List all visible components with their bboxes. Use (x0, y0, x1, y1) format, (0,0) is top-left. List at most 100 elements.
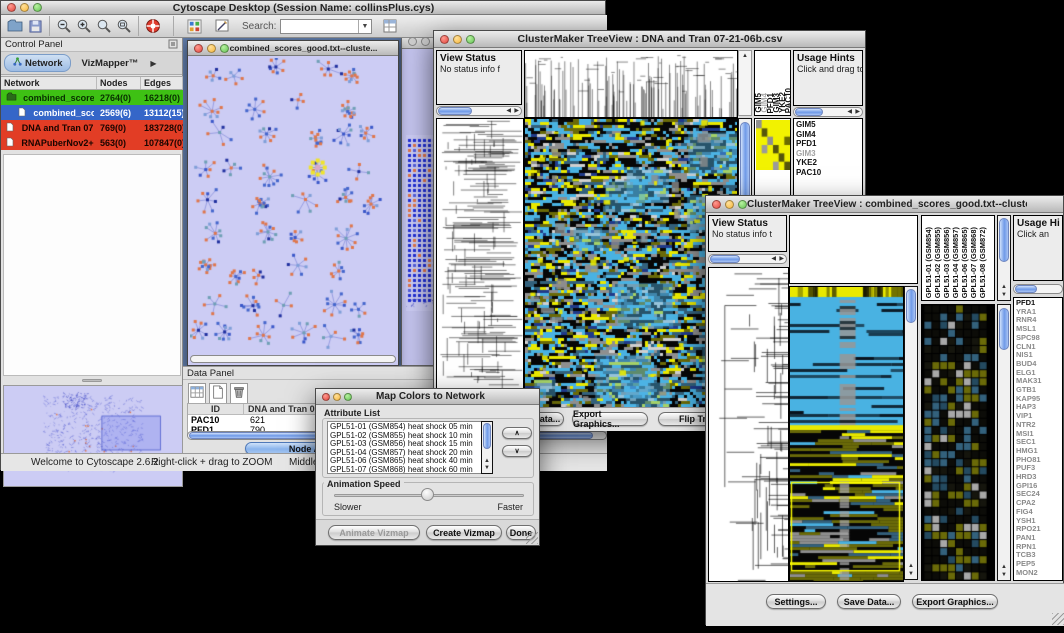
minimize-icon[interactable] (333, 393, 341, 401)
help-lifesaver-icon[interactable] (143, 16, 163, 36)
minimize-icon[interactable] (20, 3, 29, 12)
vizmapper-icon[interactable] (184, 16, 204, 36)
close-icon[interactable] (322, 393, 330, 401)
data-panel-title: Data Panel (183, 368, 234, 379)
tv2-gene-list: PFD1YRA1RNR4MSL1SPC98CLN1NIS1BUD4ELG1MAK… (1013, 297, 1063, 581)
search-input[interactable]: ▼ (280, 19, 372, 34)
tv2-row-dendrogram[interactable] (708, 267, 789, 582)
network-hscrollbar[interactable] (190, 355, 396, 363)
close-icon[interactable] (7, 3, 16, 12)
tab-vizmapper[interactable]: VizMapper™ (73, 56, 146, 71)
create-vizmap-button[interactable]: Create Vizmap (426, 525, 502, 540)
treeview1-title: ClusterMaker TreeView : DNA and Tran 07-… (475, 33, 825, 45)
close-icon[interactable] (194, 44, 203, 53)
array-label: GPL51-07 (GSM868) (969, 227, 978, 298)
document-icon (3, 122, 17, 134)
minimize-icon[interactable] (453, 35, 462, 44)
float-panel-icon[interactable] (168, 36, 178, 54)
tv1-usage-hscrollbar[interactable]: ◀ ▶ (793, 107, 863, 117)
tab-network[interactable]: Network (4, 54, 71, 72)
gene-label[interactable]: GIM3 (796, 149, 862, 159)
network-view-canvas[interactable] (190, 58, 396, 354)
attribute-list-vscrollbar[interactable]: ▲ ▼ (481, 421, 493, 474)
tv2-column-labels: GPL51-01 (GSM854)GPL51-02 (GSM855)GPL51-… (921, 215, 995, 301)
tv2-save-data-button[interactable]: Save Data... (837, 594, 901, 609)
network-view-title: combined_scores_good.txt--cluste... (229, 43, 378, 53)
tv2-view-status: View Status No status info t (708, 215, 787, 252)
tv1-mini-heatmap[interactable] (756, 120, 790, 170)
zoom-window-icon[interactable] (466, 35, 475, 44)
tv1-status-hscrollbar[interactable]: ◀ ▶ (436, 106, 522, 116)
array-label: GPL51-04 (GSM857) (951, 227, 960, 298)
network-row[interactable]: RNAPuberNov2+!563(0)107847(0) (1, 135, 183, 150)
gene-label[interactable]: GIM5 (796, 120, 862, 130)
tv1-column-dendrogram[interactable] (524, 50, 738, 118)
resize-grip[interactable] (1052, 613, 1064, 625)
tv2-column-dendrogram (789, 215, 918, 284)
tv2-zoom-panel (921, 304, 995, 581)
zoom-out-icon[interactable] (54, 16, 74, 36)
network-table-header[interactable]: Network Nodes Edges (1, 76, 183, 90)
slower-label: Slower (334, 502, 362, 512)
tv2-zoom-vscrollbar[interactable]: ▲ ▼ (997, 304, 1011, 581)
data-col-id[interactable]: ID (188, 404, 244, 414)
gene-label[interactable]: GIM4 (796, 130, 862, 140)
array-label: PAC10 (786, 88, 792, 113)
zoom-window-icon[interactable] (33, 3, 42, 12)
document-icon (3, 137, 16, 149)
zoom-window-icon[interactable] (220, 44, 229, 53)
map-colors-dialog: Map Colors to Network Attribute List GPL… (315, 388, 540, 546)
zoom-window-icon[interactable] (344, 393, 352, 401)
panel-splitter[interactable] (1, 376, 183, 384)
gene-label[interactable]: MON2 (1016, 569, 1062, 578)
birdseye-overview[interactable] (3, 385, 183, 487)
open-file-icon[interactable] (5, 16, 25, 36)
tab-overflow-icon[interactable]: ▶ (150, 59, 156, 68)
close-icon[interactable] (440, 35, 449, 44)
zoom-window-icon[interactable] (738, 200, 747, 209)
zoom-fit-icon[interactable] (114, 16, 134, 36)
close-icon[interactable] (712, 200, 721, 209)
tv1-row-dendrogram[interactable] (436, 118, 524, 408)
desktop: Cytoscape Desktop (Session Name: collins… (0, 0, 1064, 633)
attribute-browser-icon[interactable] (380, 16, 400, 36)
zoom-in-icon[interactable] (74, 16, 94, 36)
network-row[interactable]: combined_sco2569(6)13112(15) (1, 105, 183, 120)
treeview2-window: ClusterMaker TreeView : combined_scores_… (705, 195, 1064, 625)
tv2-usage-hscrollbar[interactable] (1013, 284, 1063, 294)
resize-grip[interactable] (526, 532, 538, 544)
animate-vizmap-button[interactable]: Animate Vizmap (328, 525, 420, 540)
move-up-button[interactable]: ∧ (502, 427, 532, 439)
gene-label[interactable]: YKE2 (796, 158, 862, 168)
gene-label[interactable]: PAC10 (796, 168, 862, 178)
tv2-export-graphics-button[interactable]: Export Graphics... (912, 594, 998, 609)
minimize-icon[interactable] (725, 200, 734, 209)
tv2-labels-vscrollbar[interactable]: ▲ ▼ (997, 215, 1011, 301)
move-down-button[interactable]: ∨ (502, 445, 532, 457)
network-row[interactable]: DNA and Tran 07769(0)183728(0) (1, 120, 183, 135)
map-dialog-title: Map Colors to Network (352, 391, 509, 402)
tv1-column-labels: GIM5GIM4PFD1GIM3YKE2PAC10 (754, 50, 791, 116)
tv2-heatmap[interactable] (789, 286, 904, 582)
gene-label[interactable]: PFD1 (796, 139, 862, 149)
dialog-button-bar: Animate Vizmap Create Vizmap Done (316, 519, 539, 545)
network-row[interactable]: combined_scores_2764(0)16218(0) (1, 90, 183, 105)
minimize-icon[interactable] (207, 44, 216, 53)
attribute-list-label: Attribute List (324, 408, 380, 418)
zoom-selected-icon[interactable] (94, 16, 114, 36)
tv1-corner-strip: ▲ (738, 50, 752, 116)
control-panel: Control Panel Network VizMapper™ ▶ Netwo… (1, 38, 183, 453)
save-icon[interactable] (25, 16, 45, 36)
search-dropdown-icon[interactable]: ▼ (358, 20, 372, 33)
attribute-item[interactable]: GPL51-07 (GSM868) heat shock 60 min (330, 466, 490, 474)
tv2-settings-button[interactable]: Settings... (766, 594, 826, 609)
tv2-vscrollbar[interactable]: ▲ ▼ (904, 286, 918, 580)
slider-thumb[interactable] (421, 488, 434, 501)
animation-speed-label: Animation Speed (324, 479, 404, 489)
annotation-icon[interactable] (212, 16, 232, 36)
tv1-export-graphics-button[interactable]: Export Graphics... (572, 412, 648, 426)
cytoscape-titlebar[interactable]: Cytoscape Desktop (Session Name: collins… (1, 1, 605, 15)
tv2-status-hscrollbar[interactable]: ◀ ▶ (708, 254, 787, 264)
tv2-zoom-heatmap[interactable] (924, 305, 987, 580)
attribute-listbox[interactable]: GPL51-01 (GSM854) heat shock 05 minGPL51… (327, 421, 493, 474)
